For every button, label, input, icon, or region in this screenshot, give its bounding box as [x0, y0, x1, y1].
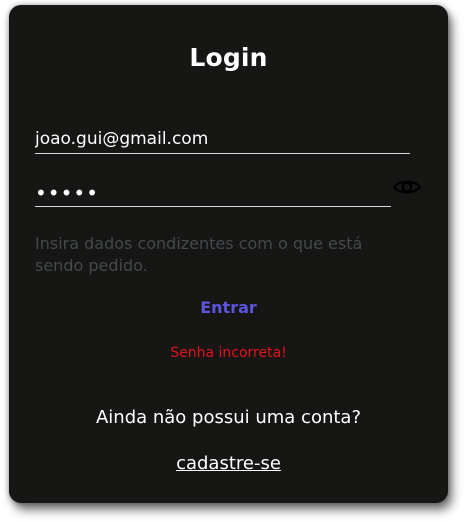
login-title: Login [189, 43, 268, 72]
no-account-text: Ainda não possui uma conta? [95, 407, 362, 428]
enter-button[interactable]: Entrar [9, 298, 448, 317]
form-hint: Insira dados condizentes com o que está … [35, 234, 363, 275]
password-field[interactable] [35, 180, 391, 207]
eye-icon[interactable] [392, 177, 422, 197]
login-card: Login Insira dados condizentes com o que… [9, 5, 448, 503]
email-field[interactable] [35, 126, 410, 154]
error-message: Senha incorreta! [170, 345, 287, 361]
password-input[interactable] [35, 180, 391, 206]
signup-link[interactable]: cadastre-se [9, 453, 448, 474]
email-input[interactable] [35, 126, 410, 152]
